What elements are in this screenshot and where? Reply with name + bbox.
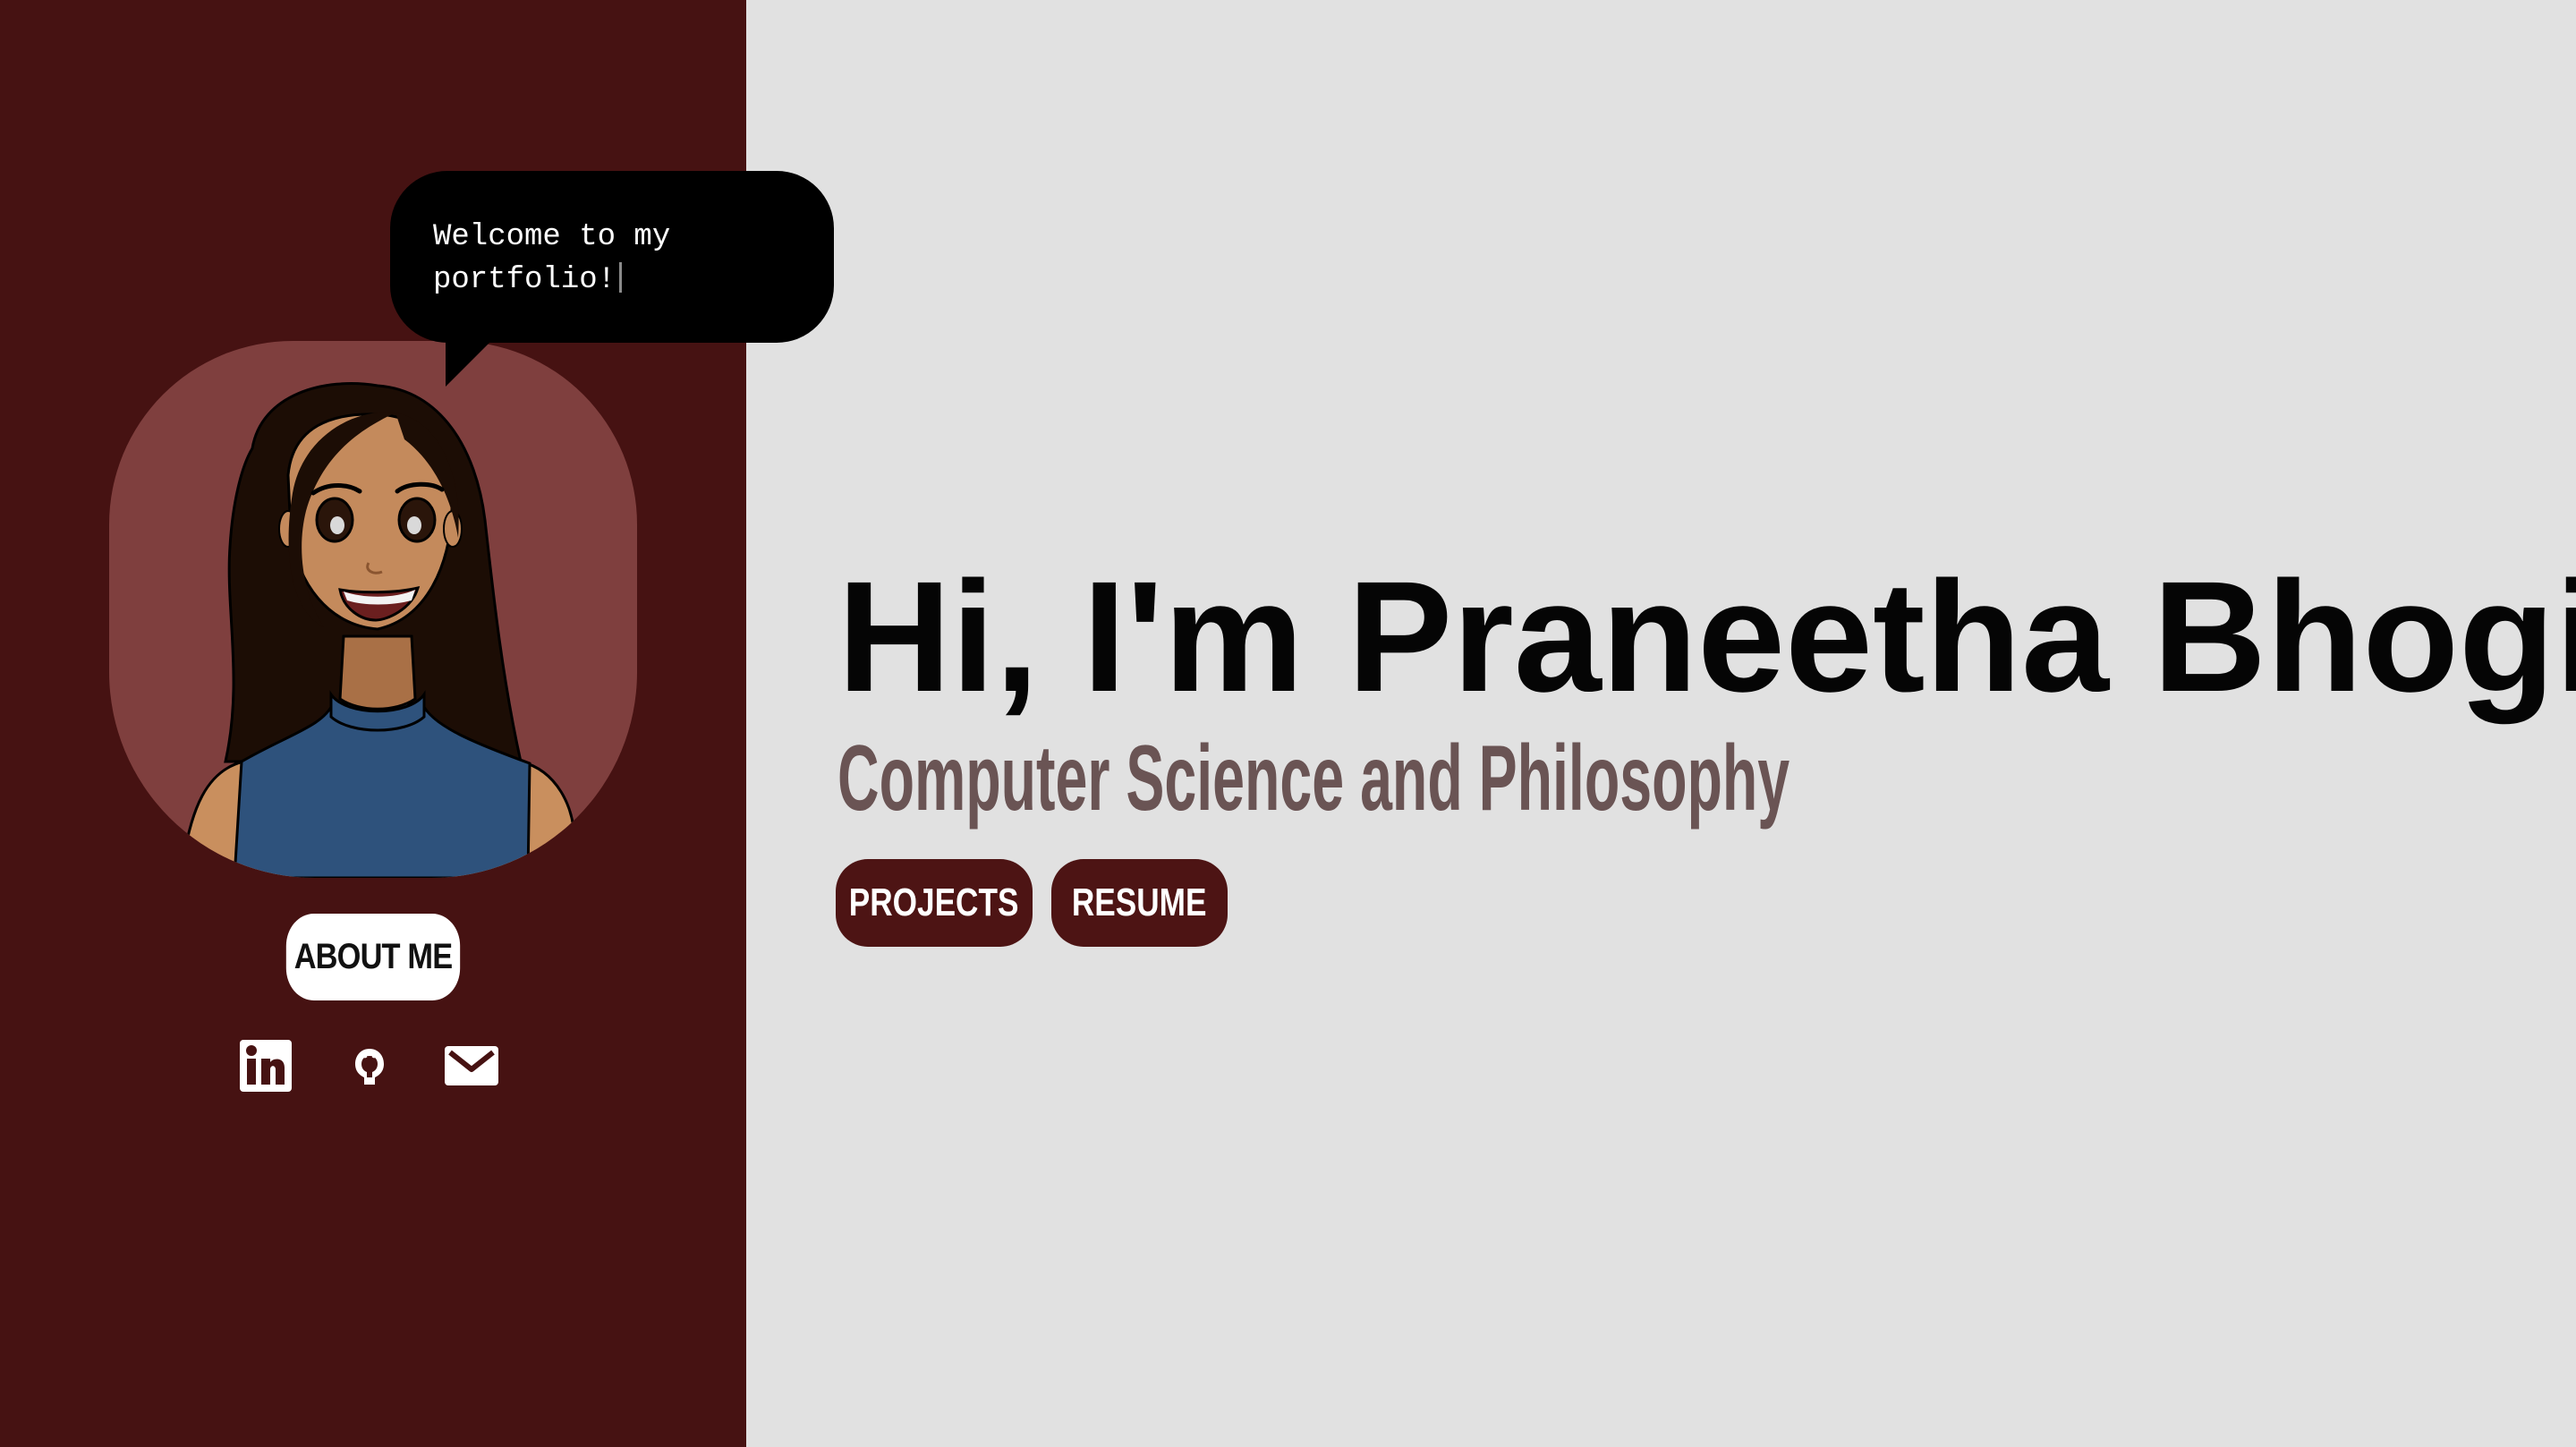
avatar: [109, 341, 637, 878]
linkedin-icon: [240, 1040, 292, 1092]
github-icon: [355, 1049, 384, 1085]
avatar-illustration: [179, 382, 576, 878]
speech-bubble-text: Welcome to my portfolio!: [433, 220, 689, 297]
page-subtitle: Computer Science and Philosophy: [837, 727, 1790, 830]
speech-bubble-tail: [446, 331, 501, 387]
sidebar: Welcome to my portfolio! ABOUT ME: [0, 0, 834, 1447]
linkedin-link[interactable]: [236, 1038, 295, 1094]
projects-button[interactable]: PROJECTS: [836, 859, 1033, 947]
resume-button[interactable]: RESUME: [1051, 859, 1228, 947]
page-title: Hi, I'm Praneetha Bhogi: [837, 549, 2576, 725]
resume-button-label: RESUME: [1072, 881, 1207, 924]
github-link[interactable]: [349, 1038, 390, 1094]
typing-caret: [619, 262, 623, 293]
email-link[interactable]: [442, 1038, 501, 1094]
mail-icon: [445, 1046, 498, 1085]
projects-button-label: PROJECTS: [849, 881, 1019, 924]
speech-bubble: Welcome to my portfolio!: [390, 171, 834, 343]
about-me-button[interactable]: ABOUT ME: [285, 914, 461, 1000]
